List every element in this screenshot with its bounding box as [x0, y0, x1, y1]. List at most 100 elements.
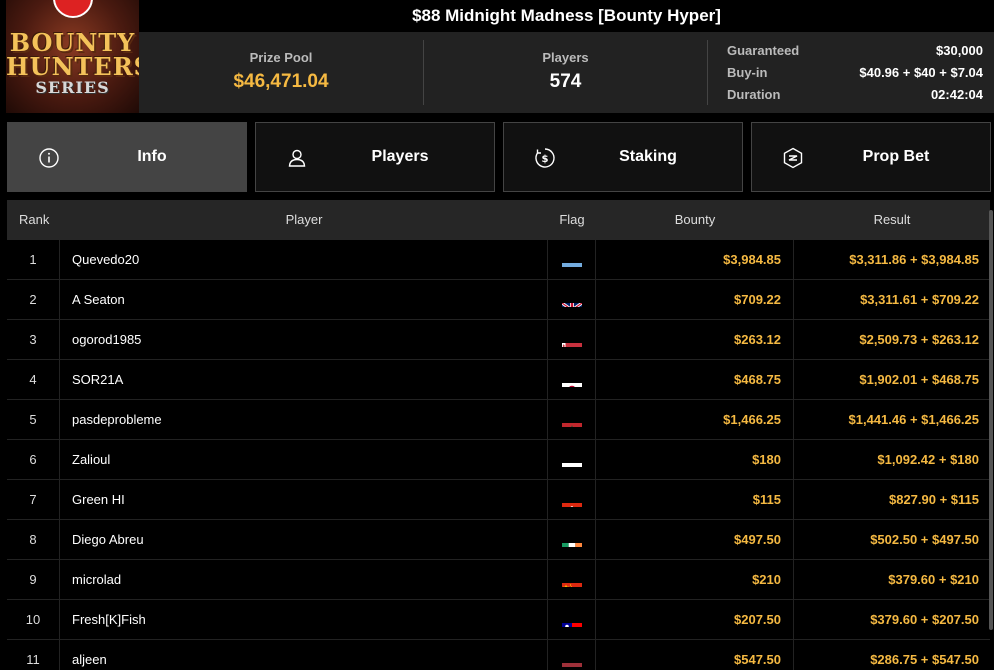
flag-argentina-icon — [561, 253, 582, 267]
tab-info[interactable]: Info — [7, 122, 247, 192]
result-cell: $3,311.86 + $3,984.85 — [849, 252, 979, 267]
result-cell: $3,311.61 + $709.22 — [860, 292, 979, 307]
flag-japan-icon — [561, 373, 582, 387]
flag-cell — [548, 400, 596, 440]
tab-bar: Info Players $ Staking Prop Bet — [0, 122, 994, 192]
header-flag[interactable]: Flag — [548, 200, 596, 240]
flag-hong-kong-icon — [561, 493, 582, 507]
flag-cell — [548, 520, 596, 560]
tab-prop-bet[interactable]: Prop Bet — [751, 122, 991, 192]
rank-cell: 2 — [7, 280, 60, 320]
flag-ireland-icon — [561, 533, 582, 547]
bounty-cell: $3,984.85 — [596, 240, 794, 280]
rank-cell: 4 — [7, 360, 60, 400]
flag-cell — [548, 280, 596, 320]
prize-pool-block: Prize Pool $46,471.04 — [139, 32, 423, 113]
buyin-label: Buy-in — [727, 65, 768, 80]
user-icon — [288, 149, 306, 167]
player-name[interactable]: microlad — [60, 560, 548, 600]
flag-cell — [548, 360, 596, 400]
bounty-cell: $497.50 — [596, 520, 794, 560]
players-label: Players — [542, 50, 589, 65]
table-row[interactable]: 4 SOR21A $468.75 $1,902.01 + $468.75 — [7, 360, 990, 400]
bounty-cell: $210 — [596, 560, 794, 600]
header-result[interactable]: Result — [794, 200, 990, 240]
prize-pool-value: $46,471.04 — [233, 71, 329, 92]
scrollbar[interactable] — [989, 210, 993, 630]
rank-cell: 11 — [7, 640, 60, 670]
result-cell: $379.60 + $207.50 — [870, 612, 979, 627]
rank-cell: 9 — [7, 560, 60, 600]
result-cell: $286.75 + $547.50 — [870, 652, 979, 667]
table-row[interactable]: 10 Fresh[K]Fish $207.50 $379.60 + $207.50 — [7, 600, 990, 640]
bounty-cell: $547.50 — [596, 640, 794, 670]
result-cell: $379.60 + $210 — [888, 572, 979, 587]
bounty-cell: $263.12 — [596, 320, 794, 360]
table-row[interactable]: 3 ogorod1985 $263.12 $2,509.73 + $263.12 — [7, 320, 990, 360]
summary-panel: Prize Pool $46,471.04 Players 574 Guaran… — [139, 32, 994, 113]
result-cell: $1,902.01 + $468.75 — [859, 372, 979, 387]
player-name[interactable]: A Seaton — [60, 280, 548, 320]
table-row[interactable]: 1 Quevedo20 $3,984.85 $3,311.86 + $3,984.85 — [7, 240, 990, 280]
table-row[interactable]: 5 pasdeprobleme $1,466.25 $1,441.46 + $1,46… — [7, 400, 990, 440]
player-name[interactable]: pasdeprobleme — [60, 400, 548, 440]
players-block: Players 574 — [424, 32, 707, 113]
prize-pool-label: Prize Pool — [249, 50, 313, 65]
info-icon — [39, 148, 59, 168]
table-row[interactable]: 7 Green HI $115 $827.90 + $115 — [7, 480, 990, 520]
result-cell: $2,509.73 + $263.12 — [859, 332, 979, 347]
result-cell: $502.50 + $497.50 — [870, 532, 979, 547]
player-name[interactable]: Green HI — [60, 480, 548, 520]
rank-cell: 5 — [7, 400, 60, 440]
player-name[interactable]: SOR21A — [60, 360, 548, 400]
dollar-coin-icon: $ — [535, 148, 555, 168]
flag-cell — [548, 600, 596, 640]
table-row[interactable]: 8 Diego Abreu $497.50 $502.50 + $497.50 — [7, 520, 990, 560]
player-name[interactable]: ogorod1985 — [60, 320, 548, 360]
tournament-details: Guaranteed $30,000 Buy-in $40.96 + $40 +… — [727, 40, 983, 106]
results-table: Rank Player Flag Bounty Result 1 Quevedo2… — [7, 200, 990, 670]
guaranteed-value: $30,000 — [936, 43, 983, 58]
flag-belarus-icon — [561, 333, 582, 347]
player-name[interactable]: Diego Abreu — [60, 520, 548, 560]
flag-latvia-icon — [561, 653, 582, 667]
flag-cell — [548, 560, 596, 600]
flag-cell — [548, 440, 596, 480]
player-name[interactable]: Fresh[K]Fish — [60, 600, 548, 640]
logo-line-3: SERIES — [35, 78, 110, 97]
table-row[interactable]: 11 aljeen $547.50 $286.75 + $547.50 — [7, 640, 990, 670]
header-bounty[interactable]: Bounty — [596, 200, 794, 240]
player-name[interactable]: Zalioul — [60, 440, 548, 480]
flag-china-icon — [561, 573, 582, 587]
header-player[interactable]: Player — [60, 200, 548, 240]
header-rank[interactable]: Rank — [19, 200, 49, 240]
flag-cell — [548, 640, 596, 670]
flag-morocco-icon — [561, 413, 582, 427]
buyin-row: Buy-in $40.96 + $40 + $7.04 — [727, 62, 983, 84]
table-row[interactable]: 6 Zalioul $180 $1,092.42 + $180 — [7, 440, 990, 480]
flag-cell — [548, 320, 596, 360]
svg-text:$: $ — [542, 154, 549, 165]
tab-players[interactable]: Players — [255, 122, 495, 192]
rank-cell: 1 — [7, 240, 60, 280]
flag-cell — [548, 480, 596, 520]
bounty-cell: $1,466.25 — [596, 400, 794, 440]
table-row[interactable]: 2A Seaton $709.22 $3,311.61 + $709.22 — [7, 280, 990, 320]
flag-taiwan-icon — [561, 613, 582, 627]
bounty-cell: $207.50 — [596, 600, 794, 640]
table-row[interactable]: 9 microlad $210 $379.60 + $210 — [7, 560, 990, 600]
guaranteed-row: Guaranteed $30,000 — [727, 40, 983, 62]
duration-value: 02:42:04 — [930, 87, 983, 102]
duration-label: Duration — [727, 87, 781, 102]
table-body: 1 Quevedo20 $3,984.85 $3,311.86 + $3,984.85… — [7, 240, 990, 670]
tab-staking[interactable]: $ Staking — [503, 122, 743, 192]
players-value: 574 — [549, 71, 582, 92]
divider — [707, 40, 708, 105]
poker-chip-icon — [52, 0, 93, 18]
player-name[interactable]: aljeen — [60, 640, 548, 670]
prop-bet-icon — [783, 147, 803, 169]
bounty-cell: $115 — [596, 480, 794, 520]
rank-cell: 8 — [7, 520, 60, 560]
player-name[interactable]: Quevedo20 — [60, 240, 548, 280]
bounty-cell: $180 — [596, 440, 794, 480]
